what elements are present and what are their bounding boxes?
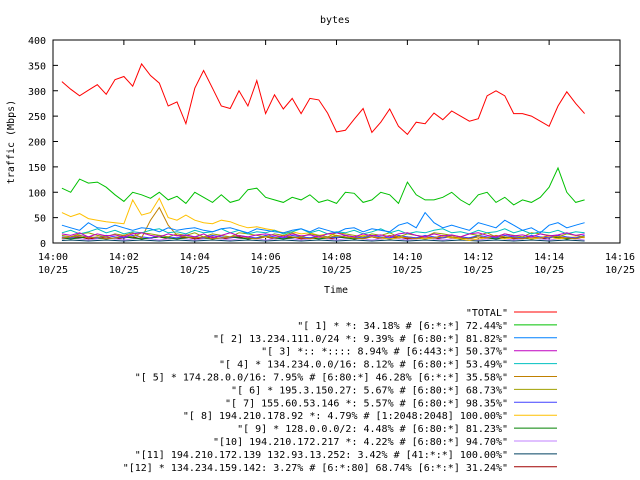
plot-frame xyxy=(52,39,621,244)
x-tick-label-date: 10/25 xyxy=(321,265,351,276)
x-tick-label-date: 10/25 xyxy=(463,265,493,276)
legend-label: "[ 6] * 195.3.150.27: 5.67% # [6:80:*] 6… xyxy=(231,385,508,396)
x-tick-label-date: 10/25 xyxy=(180,265,210,276)
series-line-11 xyxy=(61,239,585,242)
legend-label: "[ 1] * *: 34.18% # [6:*:*] 72.44%" xyxy=(297,321,508,332)
legend: "TOTAL" "[ 1] * *: 34.18% # [6:*:*] 72.44… xyxy=(123,308,557,474)
x-tick-label-time: 14:14 xyxy=(534,252,564,263)
axis-ticks: 0 50 100 150 200 250 300 350 400 14:00 10/25 14:02 1… xyxy=(28,36,635,276)
x-axis-label: Time xyxy=(324,285,348,296)
series-lines xyxy=(61,62,585,242)
series-line-0 xyxy=(61,62,585,136)
x-tick-label-time: 14:12 xyxy=(463,252,493,263)
y-tick-label: 50 xyxy=(34,214,46,225)
x-tick-label-date: 10/25 xyxy=(251,265,281,276)
chart-title: bytes xyxy=(320,15,350,26)
x-tick-label-date: 10/25 xyxy=(392,265,422,276)
legend-label: "[ 2] 13.234.111.0/24 *: 9.39% # [6:80:*… xyxy=(213,334,508,345)
x-tick-label-time: 14:08 xyxy=(321,252,351,263)
y-tick-label: 400 xyxy=(28,36,46,47)
x-tick-label-date: 10/25 xyxy=(534,265,564,276)
y-tick-label: 100 xyxy=(28,188,46,199)
x-tick-label-time: 14:06 xyxy=(251,252,281,263)
legend-label: "[10] 194.210.172.217 *: 4.22% # [6:80:*… xyxy=(213,437,508,448)
x-tick-label-time: 14:16 xyxy=(605,252,635,263)
y-tick-label: 0 xyxy=(40,239,46,250)
legend-label: "[ 8] 194.210.178.92 *: 4.79% # [1:2048:… xyxy=(183,411,508,422)
traffic-chart: bytes traffic (Mbps) Time 0 50 100 150 200 25… xyxy=(6,15,635,474)
y-tick-label: 300 xyxy=(28,87,46,98)
legend-label: "[ 9] * 128.0.0.0/2: 4.48% # [6:80:*] 81… xyxy=(237,424,508,435)
legend-label: "[ 7] 155.60.53.146 *: 5.57% # [6:80:*] … xyxy=(225,398,508,409)
legend-label: "[ 3] *:: *:::: 8.94% # [6:443:*] 50.37%… xyxy=(261,347,508,358)
y-tick-label: 350 xyxy=(28,61,46,72)
x-tick-label-date: 10/25 xyxy=(605,265,635,276)
y-axis-label: traffic (Mbps) xyxy=(6,100,17,184)
x-tick-label-time: 14:00 xyxy=(38,252,68,263)
legend-label: "[12] * 134.234.159.142: 3.27% # [6:*:80… xyxy=(123,463,508,474)
legend-label: "[11] 194.210.172.139 132.93.13.252: 3.4… xyxy=(135,450,508,461)
y-tick-label: 200 xyxy=(28,138,46,149)
series-line-1 xyxy=(61,166,585,206)
y-tick-label: 250 xyxy=(28,112,46,123)
legend-label: "[ 5] * 174.28.0.0/16: 7.95% # [6:80:*] … xyxy=(135,373,508,384)
legend-label: "[ 4] * 134.234.0.0/16: 8.12% # [6:80:*]… xyxy=(219,360,508,371)
x-tick-label-date: 10/25 xyxy=(38,265,68,276)
legend-label: "TOTAL" xyxy=(466,308,508,319)
x-tick-label-time: 14:10 xyxy=(392,252,422,263)
x-tick-label-date: 10/25 xyxy=(109,265,139,276)
x-tick-label-time: 14:02 xyxy=(109,252,139,263)
x-tick-label-time: 14:04 xyxy=(180,252,210,263)
y-tick-label: 150 xyxy=(28,163,46,174)
